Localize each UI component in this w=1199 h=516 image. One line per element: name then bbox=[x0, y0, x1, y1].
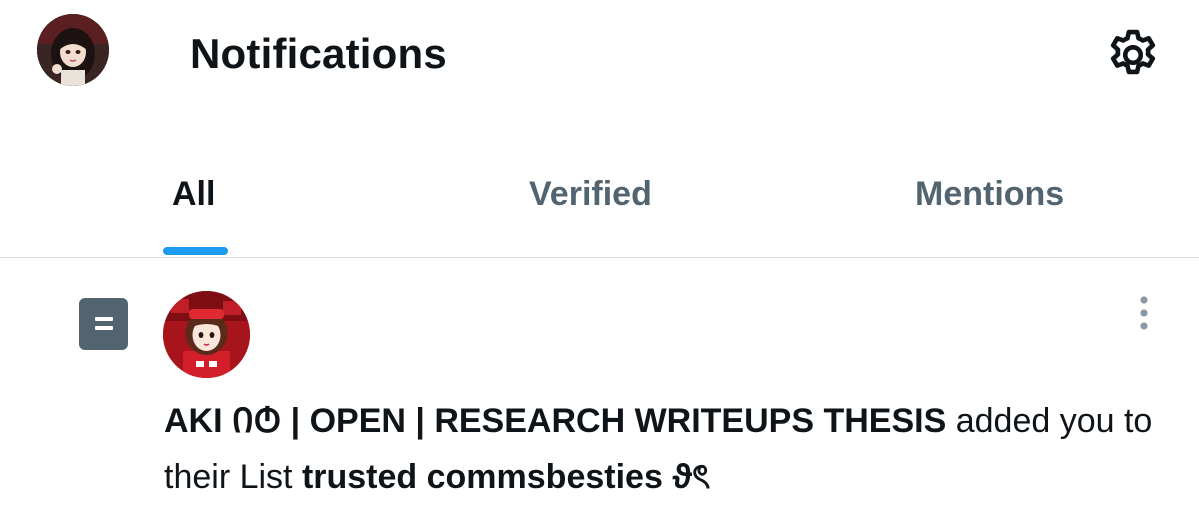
more-vertical-icon bbox=[1140, 296, 1148, 330]
list-icon bbox=[79, 298, 128, 350]
list-name-link[interactable]: trusted commsbesties ϑৎ bbox=[302, 458, 710, 496]
tab-all[interactable]: All bbox=[172, 172, 215, 216]
actor-avatar[interactable] bbox=[163, 291, 250, 378]
settings-button[interactable] bbox=[1100, 22, 1166, 88]
actor-avatar-image bbox=[163, 291, 250, 378]
page-title: Notifications bbox=[190, 30, 447, 77]
header: Notifications bbox=[0, 0, 1199, 110]
notification-text: AKI ᲘᲢ | OPEN | RESEARCH WRITEUPS THESIS… bbox=[164, 393, 1154, 505]
more-options-button[interactable] bbox=[1126, 288, 1162, 338]
notification-tabs: All Verified Mentions bbox=[0, 148, 1199, 258]
notification-item[interactable]: AKI ᲘᲢ | OPEN | RESEARCH WRITEUPS THESIS… bbox=[0, 258, 1199, 516]
list-lines-glyph bbox=[94, 317, 113, 330]
notifications-page: Notifications All Verified Mentions AKI … bbox=[0, 0, 1199, 516]
tab-verified[interactable]: Verified bbox=[529, 172, 652, 216]
profile-avatar[interactable] bbox=[37, 14, 109, 86]
active-tab-indicator bbox=[163, 247, 228, 255]
tab-mentions[interactable]: Mentions bbox=[915, 172, 1064, 216]
actor-name-link[interactable]: AKI ᲘᲢ | OPEN | RESEARCH WRITEUPS THESIS bbox=[164, 402, 946, 440]
gear-icon bbox=[1110, 29, 1156, 75]
profile-avatar-image bbox=[37, 14, 109, 86]
